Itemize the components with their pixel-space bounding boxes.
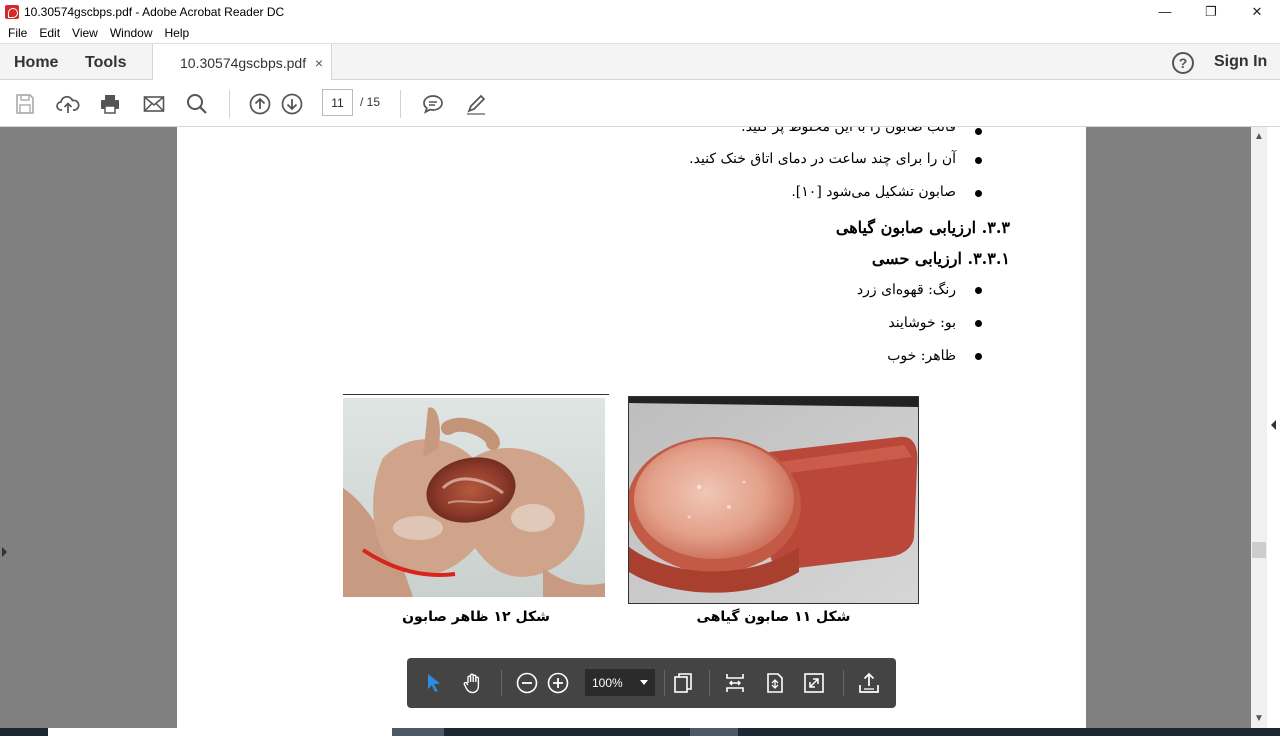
figure-plant-soap — [628, 396, 919, 604]
email-icon[interactable] — [141, 91, 167, 117]
zoom-out-icon[interactable] — [514, 670, 540, 696]
share-upload-icon[interactable] — [856, 670, 882, 696]
bullet-icon — [975, 353, 982, 360]
bullet-icon — [975, 128, 982, 135]
sign-in-button[interactable]: Sign In — [1214, 53, 1267, 71]
os-taskbar — [0, 728, 1280, 736]
window-title: 10.30574gscbps.pdf - Adobe Acrobat Reade… — [24, 4, 285, 19]
floatbar-divider — [501, 670, 502, 696]
hand-tool-icon[interactable] — [460, 670, 486, 696]
taskbar-app[interactable] — [690, 728, 738, 736]
previous-page-icon[interactable] — [247, 91, 273, 117]
print-icon[interactable] — [97, 91, 123, 117]
menu-file[interactable]: File — [0, 26, 33, 40]
toolbar — [0, 80, 1280, 127]
acrobat-icon — [5, 4, 19, 19]
bullet-icon — [975, 320, 982, 327]
pdf-page: قالب صابون را با این مخلوط پر کنید. آن ر… — [177, 127, 1086, 728]
figure-hands-soap — [343, 398, 605, 597]
close-tab-icon[interactable]: × — [315, 55, 323, 71]
menu-help[interactable]: Help — [159, 26, 196, 40]
vertical-scrollbar[interactable] — [1251, 127, 1267, 728]
menu-view[interactable]: View — [66, 26, 104, 40]
close-window-button[interactable]: ✕ — [1234, 0, 1280, 23]
tab-bar: Home Tools 10.30574gscbps.pdf × ? Sign I… — [0, 43, 1280, 81]
zoom-in-icon[interactable] — [545, 670, 571, 696]
full-screen-icon[interactable] — [801, 670, 827, 696]
menu-edit[interactable]: Edit — [33, 26, 66, 40]
text-line-top: قالب صابون را با این مخلوط پر کنید. — [741, 127, 956, 135]
save-icon[interactable] — [12, 91, 38, 117]
menu-bar: File Edit View Window Help — [0, 23, 1280, 43]
chevron-down-icon — [640, 680, 648, 685]
window-controls: — ❐ ✕ — [1142, 0, 1280, 23]
document-viewer[interactable]: قالب صابون را با این مخلوط پر کنید. آن ر… — [0, 127, 1251, 728]
bullet-icon — [975, 287, 982, 294]
minimize-button[interactable]: — — [1142, 0, 1188, 23]
zoom-level-select[interactable]: 100% — [585, 669, 655, 696]
scroll-down-icon[interactable]: ▼ — [1254, 713, 1264, 724]
select-cursor-icon[interactable] — [421, 670, 447, 696]
left-panel-toggle-icon[interactable] — [2, 547, 7, 557]
fit-width-icon[interactable] — [722, 670, 748, 696]
list-item-smell: بو: خوشایند — [888, 315, 956, 331]
floatbar-divider — [843, 670, 844, 696]
zoom-level-value: 100% — [592, 675, 623, 690]
subsection-heading: ۳.۳.۱. ارزیابی حسی — [871, 249, 1010, 268]
list-item-appearance: ظاهر: خوب — [887, 348, 956, 364]
help-icon[interactable]: ? — [1172, 52, 1194, 74]
fit-page-icon[interactable] — [762, 670, 788, 696]
toolbar-divider — [229, 90, 230, 118]
scroll-up-icon[interactable]: ▲ — [1254, 131, 1264, 142]
text-line-soap-forms: صابون تشکیل می‌شود [۱۰]. — [791, 184, 956, 200]
taskbar-search[interactable] — [48, 728, 392, 736]
toolbar-divider — [400, 90, 401, 118]
section-heading: ۳.۳. ارزیابی صابون گیاهی — [835, 218, 1010, 237]
tab-document-label: 10.30574gscbps.pdf — [180, 54, 307, 71]
maximize-button[interactable]: ❐ — [1188, 0, 1234, 23]
scrollbar-thumb[interactable] — [1252, 542, 1266, 558]
tab-tools[interactable]: Tools — [85, 44, 126, 81]
menu-window[interactable]: Window — [104, 26, 159, 40]
list-item-color: رنگ: قهوه‌ای زرد — [856, 282, 956, 298]
tab-document[interactable]: 10.30574gscbps.pdf × — [152, 44, 332, 81]
floatbar-divider — [664, 670, 665, 696]
upload-cloud-icon[interactable] — [55, 91, 81, 117]
floating-toolbar: 100% — [407, 658, 896, 708]
page-view-icon[interactable] — [670, 670, 696, 696]
page-number-input[interactable]: 11 — [322, 89, 353, 116]
tab-home[interactable]: Home — [14, 44, 58, 81]
right-panel-toggle-icon[interactable] — [1271, 420, 1276, 430]
page-total: / 15 — [360, 95, 381, 109]
floatbar-divider — [709, 670, 710, 696]
title-bar: 10.30574gscbps.pdf - Adobe Acrobat Reade… — [0, 0, 1280, 23]
figure-caption-left: شکل ۱۲ ظاهر صابون — [402, 609, 550, 625]
figure-rule — [343, 394, 609, 395]
figure-caption-right: شکل ۱۱ صابون گیاهی — [696, 609, 851, 625]
next-page-icon[interactable] — [279, 91, 305, 117]
taskbar-app[interactable] — [392, 728, 444, 736]
search-icon[interactable] — [184, 91, 210, 117]
bullet-icon — [975, 190, 982, 197]
highlight-pen-icon[interactable] — [463, 91, 489, 117]
comment-icon[interactable] — [420, 91, 446, 117]
text-line-cool: آن را برای چند ساعت در دمای اتاق خنک کنی… — [689, 151, 956, 167]
bullet-icon — [975, 157, 982, 164]
